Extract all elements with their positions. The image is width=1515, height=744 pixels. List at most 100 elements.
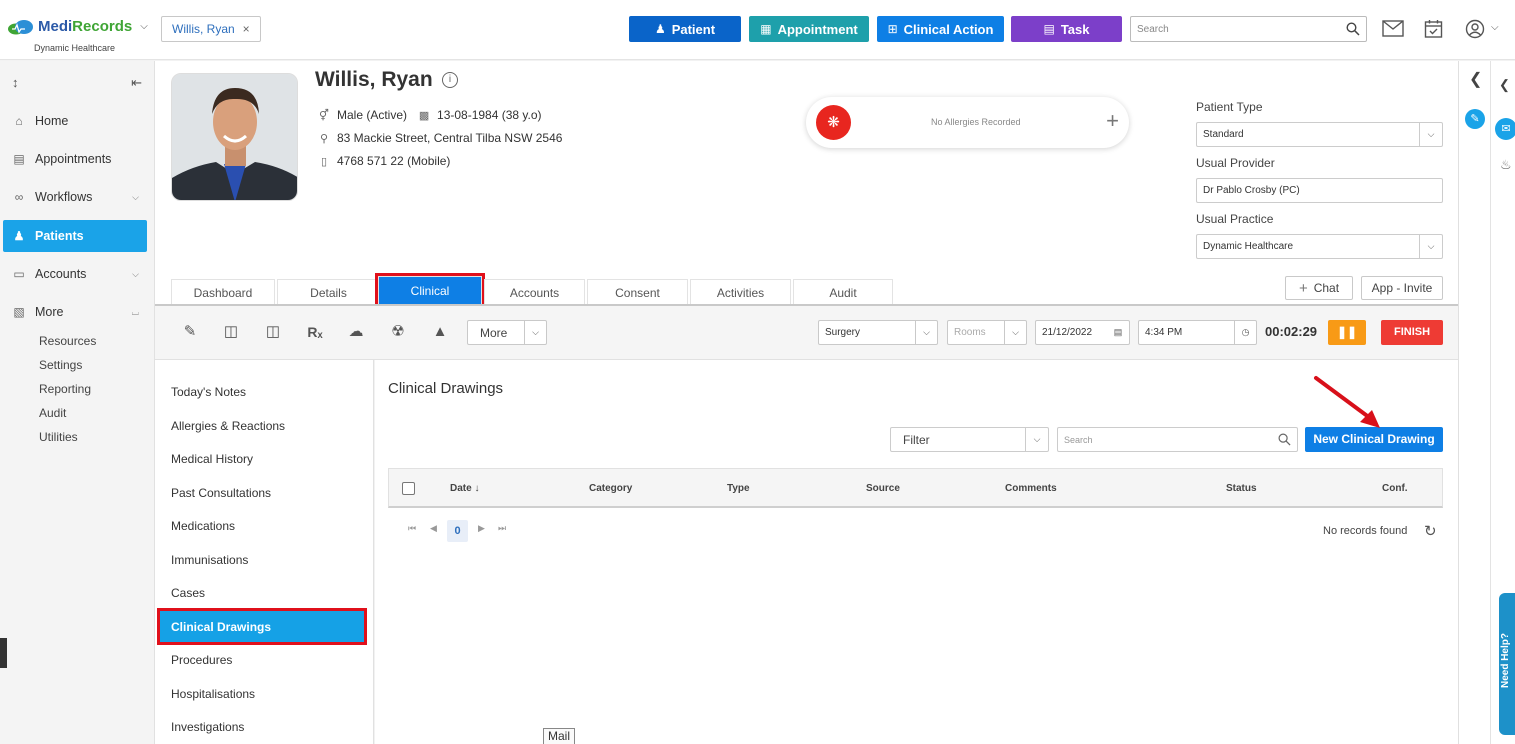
- prescription-icon[interactable]: Rₓ: [305, 322, 325, 342]
- menu-todays-notes[interactable]: Today's Notes: [171, 385, 246, 399]
- last-page-icon[interactable]: ⏭: [498, 523, 506, 534]
- tab-accounts[interactable]: Accounts: [484, 279, 585, 305]
- add-allergy-icon[interactable]: +: [1106, 108, 1119, 134]
- nav-item-accounts[interactable]: ▭ Accounts ⌵: [3, 258, 147, 290]
- menu-hospitalisations[interactable]: Hospitalisations: [171, 687, 255, 701]
- menu-immunisations[interactable]: Immunisations: [171, 553, 248, 567]
- nav-item-workflows[interactable]: ∞ Workflows ⌵: [3, 181, 147, 213]
- finish-button[interactable]: FINISH: [1381, 320, 1443, 345]
- mail-icon[interactable]: [1382, 20, 1404, 37]
- tag-icon[interactable]: ✎: [1465, 109, 1485, 129]
- new-task-button[interactable]: ▤ Task: [1011, 16, 1122, 42]
- workflow-icon: ∞: [14, 190, 24, 204]
- tab-details[interactable]: Details: [277, 279, 380, 305]
- search-icon[interactable]: [1278, 433, 1291, 446]
- tab-dashboard[interactable]: Dashboard: [171, 279, 275, 305]
- calendar-icon[interactable]: ▤: [1107, 321, 1129, 344]
- global-search-input[interactable]: Search: [1130, 16, 1367, 42]
- cloud-icon[interactable]: ☁: [346, 322, 366, 342]
- tab-consent[interactable]: Consent: [587, 279, 688, 305]
- usual-provider-field[interactable]: Dr Pablo Crosby (PC): [1196, 178, 1443, 203]
- birthday-cake-icon: ▩: [418, 109, 430, 122]
- search-icon[interactable]: [1346, 22, 1360, 36]
- edit-note-icon[interactable]: ✎: [180, 322, 200, 342]
- patient-type-select[interactable]: Standard ⌵: [1196, 122, 1443, 147]
- column-status[interactable]: Status: [1226, 483, 1257, 494]
- radiation-icon[interactable]: ☢: [388, 322, 408, 342]
- rooms-select[interactable]: Rooms ⌵: [947, 320, 1027, 345]
- menu-procedures[interactable]: Procedures: [171, 653, 232, 667]
- gender-icon: ⚥: [319, 109, 329, 122]
- clock-icon[interactable]: ◷: [1234, 321, 1256, 344]
- nav-sub-settings[interactable]: Settings: [39, 358, 82, 372]
- brand-logo[interactable]: MediRecords ⌵: [6, 18, 148, 35]
- chat-button[interactable]: + Chat: [1285, 276, 1353, 300]
- tab-audit[interactable]: Audit: [793, 279, 893, 305]
- new-appointment-button[interactable]: ▦ Appointment: [749, 16, 869, 42]
- chevron-down-icon: ⌵: [132, 268, 139, 279]
- chat-bubble-icon[interactable]: ✉: [1495, 118, 1515, 140]
- new-patient-button[interactable]: ♟ Patient: [629, 16, 741, 42]
- first-page-icon[interactable]: ⏮: [408, 523, 416, 534]
- tab-activities[interactable]: Activities: [690, 279, 791, 305]
- home-icon: ⌂: [15, 114, 23, 128]
- reorder-icon[interactable]: ↕: [12, 75, 19, 91]
- menu-past-consultations[interactable]: Past Consultations: [171, 486, 271, 500]
- calendar-check-icon[interactable]: [1424, 19, 1443, 38]
- select-all-checkbox[interactable]: [402, 482, 415, 495]
- nav-sub-resources[interactable]: Resources: [39, 334, 96, 348]
- graduation-cap-icon[interactable]: ▲: [430, 322, 450, 342]
- user-account-icon[interactable]: [1465, 19, 1485, 39]
- more-dropdown[interactable]: More ⌵: [467, 320, 547, 345]
- column-type[interactable]: Type: [727, 483, 750, 494]
- pause-button[interactable]: ❚❚: [1328, 320, 1366, 345]
- nav-sub-reporting[interactable]: Reporting: [39, 382, 91, 396]
- nav-item-home[interactable]: ⌂ Home: [3, 105, 147, 137]
- column-conf[interactable]: Conf.: [1382, 483, 1408, 494]
- menu-allergies-reactions[interactable]: Allergies & Reactions: [171, 419, 285, 433]
- usual-practice-label: Usual Practice: [1196, 212, 1274, 226]
- table-header: Date ↓ Category Type Source Comments Sta…: [388, 468, 1443, 508]
- time-input[interactable]: 4:34 PM ◷: [1138, 320, 1257, 345]
- usual-practice-select[interactable]: Dynamic Healthcare ⌵: [1196, 234, 1443, 259]
- collapse-sidebar-icon[interactable]: ⇤: [131, 75, 142, 91]
- prev-page-icon[interactable]: ◀: [430, 523, 437, 534]
- column-comments[interactable]: Comments: [1005, 483, 1057, 494]
- info-icon[interactable]: i: [442, 72, 458, 88]
- date-input[interactable]: 21/12/2022 ▤: [1035, 320, 1130, 345]
- open-patient-chip[interactable]: Willis, Ryan ×: [161, 16, 261, 42]
- nav-sub-audit[interactable]: Audit: [39, 406, 66, 420]
- nav-item-patients[interactable]: ♟ Patients: [3, 220, 147, 252]
- menu-clinical-drawings[interactable]: Clinical Drawings: [157, 608, 367, 645]
- document-icon[interactable]: ◫: [263, 322, 283, 342]
- document-medical-icon[interactable]: ◫: [221, 322, 241, 342]
- column-source[interactable]: Source: [866, 483, 900, 494]
- next-page-icon[interactable]: ▶: [478, 523, 485, 534]
- current-page[interactable]: 0: [447, 520, 468, 542]
- column-date[interactable]: Date ↓: [450, 483, 479, 494]
- need-help-tab[interactable]: Need Help?: [1499, 593, 1515, 735]
- refresh-icon[interactable]: ↻: [1424, 522, 1437, 540]
- filter-select[interactable]: Filter ⌵: [890, 427, 1049, 452]
- menu-medications[interactable]: Medications: [171, 519, 235, 533]
- usual-provider-label: Usual Provider: [1196, 156, 1275, 170]
- tab-clinical[interactable]: Clinical: [375, 273, 485, 308]
- menu-investigations[interactable]: Investigations: [171, 720, 244, 734]
- app-invite-button[interactable]: App - Invite: [1361, 276, 1443, 300]
- menu-medical-history[interactable]: Medical History: [171, 452, 253, 466]
- clinical-action-button[interactable]: ⊞ Clinical Action: [877, 16, 1004, 42]
- column-category[interactable]: Category: [589, 483, 632, 494]
- chevron-down-icon[interactable]: ⌵: [1491, 22, 1499, 33]
- location-select[interactable]: Surgery ⌵: [818, 320, 938, 345]
- chevron-down-icon[interactable]: ⌵: [140, 21, 148, 32]
- nav-item-more[interactable]: ▧ More ⌴: [3, 296, 147, 328]
- close-icon[interactable]: ×: [243, 22, 250, 36]
- edge-tab[interactable]: [0, 638, 7, 668]
- chevron-left-icon[interactable]: ❮: [1469, 69, 1482, 89]
- menu-cases[interactable]: Cases: [171, 586, 205, 600]
- nav-sub-utilities[interactable]: Utilities: [39, 430, 78, 444]
- chevron-left-icon[interactable]: ❮: [1499, 77, 1510, 93]
- nav-item-appointments[interactable]: ▤ Appointments: [3, 143, 147, 175]
- drawings-search-input[interactable]: Search: [1057, 427, 1298, 452]
- bell-icon[interactable]: ♨: [1500, 157, 1512, 173]
